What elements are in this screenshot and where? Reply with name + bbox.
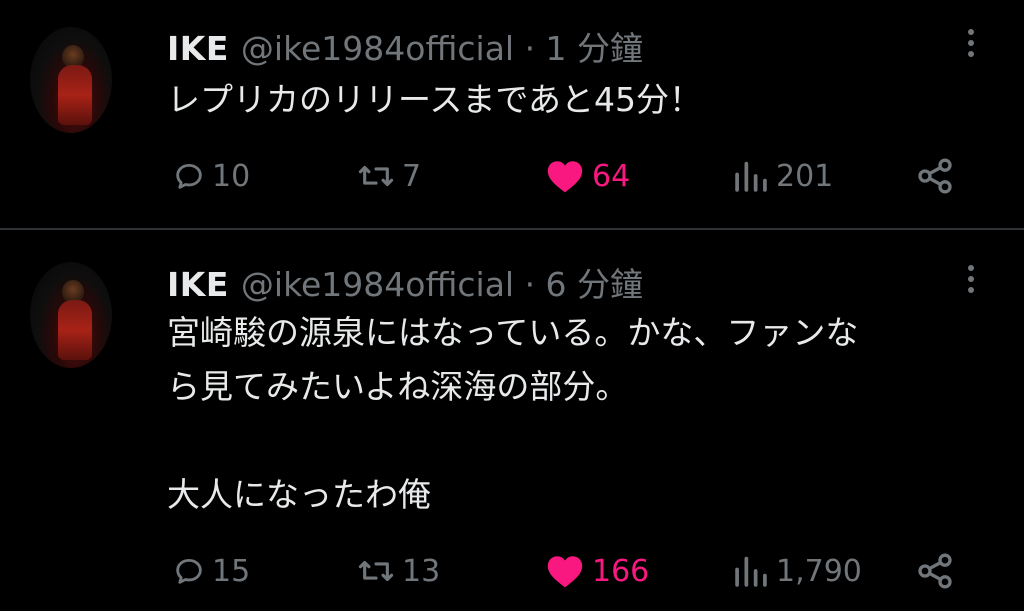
author-handle-time[interactable]: @ike1984official · 1 分鐘 — [241, 22, 643, 70]
avatar[interactable] — [30, 27, 112, 133]
retweet-button[interactable]: 13 — [356, 551, 440, 591]
views-count: 201 — [776, 158, 834, 194]
reply-icon — [176, 558, 202, 584]
tweet-header: IKE @ike1984official · 6 分鐘 — [167, 258, 643, 304]
share-icon — [918, 158, 952, 194]
views-icon — [735, 161, 767, 192]
tweet-text-line: 宮崎駿の源泉にはなっている。かな、ファンな — [167, 313, 859, 352]
author-name[interactable]: IKE — [167, 29, 229, 68]
views-button[interactable]: 1,790 — [732, 551, 862, 591]
tweet-text-line: 大人になったわ俺 — [167, 475, 431, 514]
reply-count: 10 — [212, 158, 251, 194]
retweet-count: 13 — [402, 553, 441, 589]
share-button[interactable] — [915, 551, 955, 591]
retweet-icon — [358, 165, 394, 187]
retweet-count: 7 — [402, 158, 422, 194]
share-icon — [918, 553, 952, 589]
tweet-header: IKE @ike1984official · 1 分鐘 — [167, 22, 643, 68]
like-button[interactable]: 166 — [544, 551, 649, 591]
views-count: 1,790 — [776, 553, 862, 589]
tweet[interactable]: IKE @ike1984official · 6 分鐘 宮崎駿の源泉にはなってい… — [0, 230, 1024, 611]
heart-icon — [547, 556, 583, 588]
like-button[interactable]: 64 — [544, 156, 630, 196]
author-handle-time[interactable]: @ike1984official · 6 分鐘 — [241, 258, 643, 306]
more-icon[interactable] — [956, 24, 986, 64]
like-count: 166 — [592, 553, 650, 589]
retweet-icon — [358, 560, 394, 582]
reply-count: 15 — [212, 553, 251, 589]
more-icon[interactable] — [956, 260, 986, 300]
reply-icon — [176, 163, 202, 189]
retweet-button[interactable]: 7 — [356, 156, 421, 196]
tweet-text: レプリカのリリースまであと45分！ — [167, 80, 703, 119]
reply-button[interactable]: 15 — [172, 551, 250, 591]
author-name[interactable]: IKE — [167, 265, 229, 304]
views-button[interactable]: 201 — [732, 156, 833, 196]
avatar[interactable] — [30, 262, 112, 368]
share-button[interactable] — [915, 156, 955, 196]
views-icon — [735, 556, 767, 587]
heart-icon — [547, 161, 583, 193]
tweet[interactable]: IKE @ike1984official · 1 分鐘 レプリカのリリースまであ… — [0, 0, 1024, 228]
reply-button[interactable]: 10 — [172, 156, 250, 196]
tweet-text-line: ら見てみたいよね深海の部分。 — [167, 367, 629, 406]
like-count: 64 — [592, 158, 631, 194]
